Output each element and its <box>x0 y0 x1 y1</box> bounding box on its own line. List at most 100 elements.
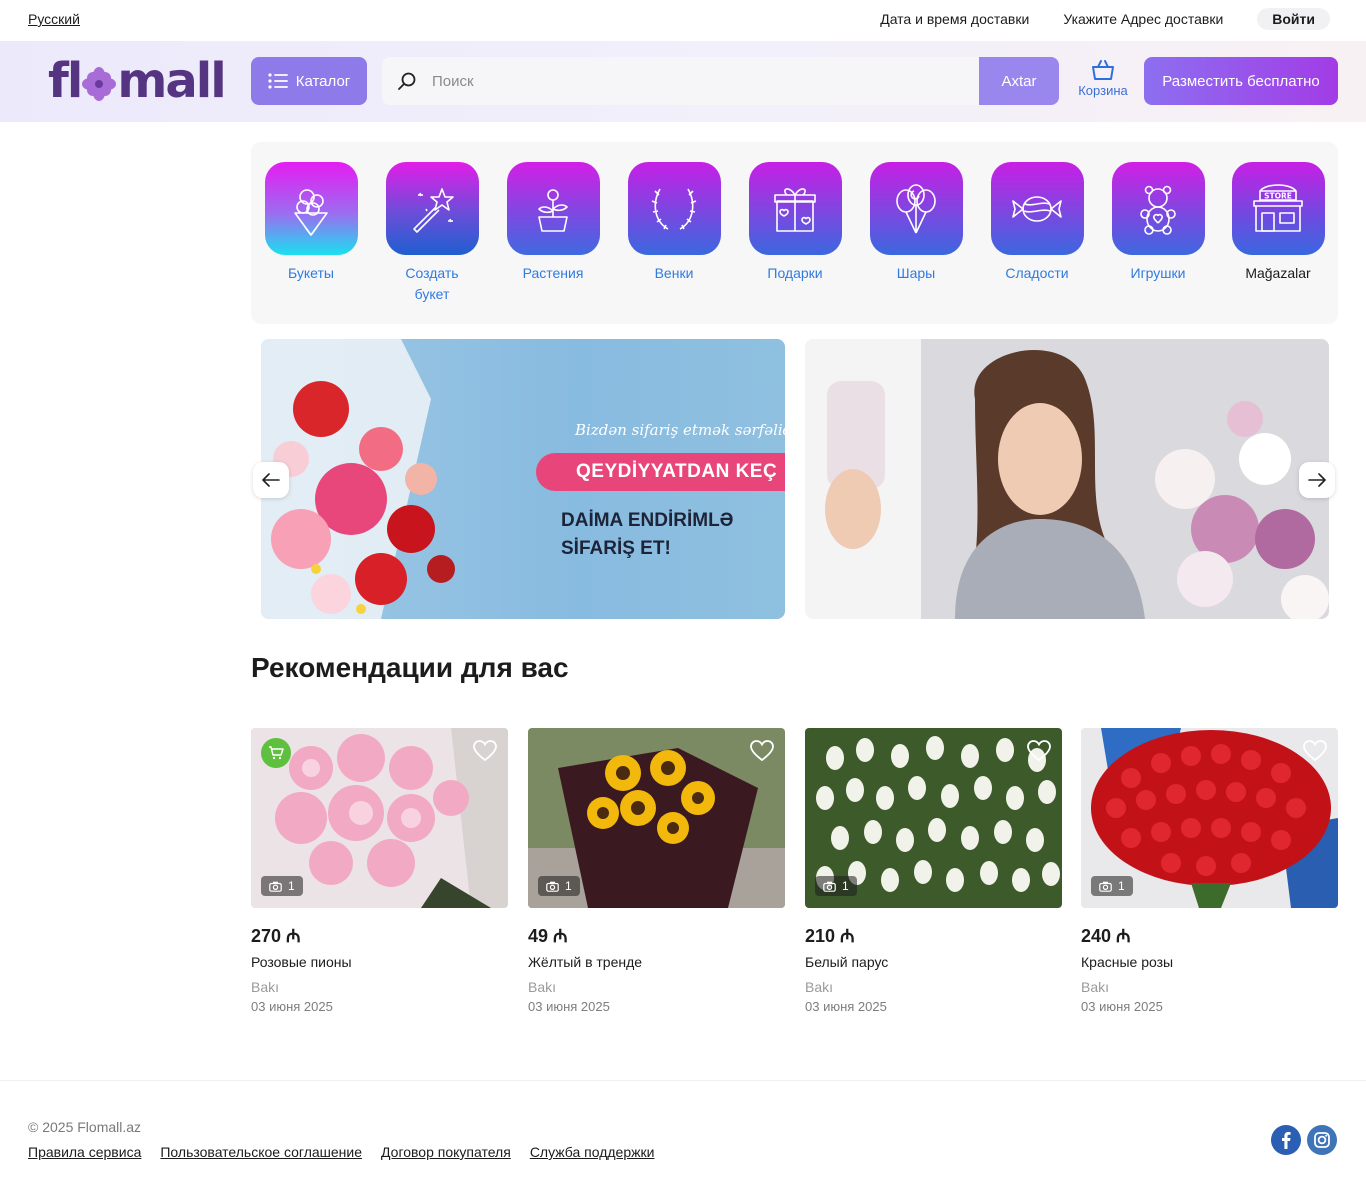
category-stores[interactable]: STORE Mağazalar <box>1221 162 1335 284</box>
category-label: Шары <box>896 265 936 281</box>
logo-text-left: fl <box>48 53 83 109</box>
category-label: Растения <box>522 265 584 281</box>
photo-count-badge: 1 <box>815 876 857 896</box>
login-button[interactable]: Войти <box>1257 8 1330 30</box>
product-image: 1 <box>251 728 508 908</box>
flower-logo-icon <box>82 67 117 101</box>
teddy-bear-icon <box>1111 162 1205 255</box>
product-date: 03 июня 2025 <box>805 999 887 1014</box>
logo[interactable]: fl mall <box>48 53 227 109</box>
carousel-prev-button[interactable] <box>253 462 289 498</box>
category-balloons[interactable]: Шары <box>859 162 973 284</box>
catalog-label: Каталог <box>295 72 351 90</box>
photo-count: 1 <box>288 879 295 893</box>
search-icon <box>382 71 432 91</box>
footer: © 2025 Flomall.az Правила сервиса Пользо… <box>0 1080 1366 1198</box>
store-icon: STORE <box>1231 162 1325 255</box>
product-price: 49 ₼ <box>528 926 568 946</box>
product-image: 1 <box>805 728 1062 908</box>
banner-tagline: Bizdən sifariş etmək sərfəlidir <box>575 421 785 439</box>
product-price: 210 ₼ <box>805 926 855 946</box>
product-price: 240 ₼ <box>1081 926 1131 946</box>
search-bar: Axtar <box>382 57 1059 105</box>
footer-link-support[interactable]: Служба поддержки <box>530 1144 655 1160</box>
category-bouquets[interactable]: Букеты <box>254 162 368 284</box>
product-name: Красные розы <box>1081 954 1174 970</box>
search-button[interactable]: Axtar <box>979 57 1059 105</box>
candy-icon <box>990 162 1084 255</box>
category-plants[interactable]: Растения <box>496 162 610 284</box>
woman-selfie-image <box>805 339 1329 619</box>
product-city: Bakı <box>805 979 834 995</box>
product-card[interactable]: 1 210 ₼ Белый парус Bakı 03 июня 2025 <box>805 728 1062 1028</box>
gift-icon <box>748 162 842 255</box>
flower-bouquet-image <box>261 339 455 619</box>
camera-icon <box>546 881 559 892</box>
carousel-next-button[interactable] <box>1299 462 1335 498</box>
arrow-left-icon <box>262 473 280 487</box>
category-gifts[interactable]: Подарки <box>738 162 852 284</box>
recommendations-title: Рекомендации для вас <box>251 652 569 683</box>
footer-links: Правила сервиса Пользовательское соглаше… <box>28 1144 654 1160</box>
photo-count-badge: 1 <box>261 876 303 896</box>
product-name: Жёлтый в тренде <box>528 954 643 970</box>
instagram-icon[interactable] <box>1307 1125 1337 1155</box>
heart-icon[interactable] <box>1302 738 1328 764</box>
product-price: 270 ₼ <box>251 926 301 946</box>
catalog-button[interactable]: Каталог <box>251 57 367 105</box>
cart-label: Корзина <box>1078 83 1128 98</box>
footer-link-rules[interactable]: Правила сервиса <box>28 1144 141 1160</box>
footer-link-user-agreement[interactable]: Пользовательское соглашение <box>160 1144 362 1160</box>
language-switcher[interactable]: Русский <box>28 11 80 27</box>
category-label: Создать букет <box>405 265 459 302</box>
in-cart-badge <box>261 738 291 768</box>
post-free-button[interactable]: Разместить бесплатно <box>1144 57 1338 105</box>
delivery-address-link[interactable]: Укажите Адрес доставки <box>1063 11 1223 27</box>
cart-button[interactable]: Корзина <box>1072 57 1134 98</box>
banner-text: DAİMA ENDİRİMLƏ SİFARİŞ ET! <box>561 510 734 559</box>
delivery-time-link[interactable]: Дата и время доставки <box>880 11 1029 27</box>
photo-count-badge: 1 <box>538 876 580 896</box>
register-button[interactable]: QEYDİYYATDAN KEÇ <box>536 453 785 491</box>
bouquet-icon <box>264 162 358 255</box>
category-label: Игрушки <box>1130 265 1186 281</box>
top-bar: Русский Дата и время доставки Укажите Ад… <box>0 0 1366 40</box>
balloons-icon <box>869 162 963 255</box>
heart-icon[interactable] <box>1026 738 1052 764</box>
product-date: 03 июня 2025 <box>1081 999 1163 1014</box>
category-label: Сладости <box>1005 265 1069 281</box>
category-strip: Букеты Создать букет Растения Венки Пода… <box>251 142 1338 324</box>
potted-plant-icon <box>506 162 600 255</box>
photo-count: 1 <box>565 879 572 893</box>
camera-icon <box>1099 881 1112 892</box>
basket-icon <box>1092 60 1114 80</box>
product-city: Bakı <box>528 979 557 995</box>
product-image: 1 <box>528 728 785 908</box>
cart-icon <box>269 746 284 760</box>
category-wreaths[interactable]: Венки <box>617 162 731 284</box>
product-city: Bakı <box>251 979 280 995</box>
category-label: Венки <box>654 265 694 281</box>
photo-count: 1 <box>842 879 849 893</box>
store-sign-text: STORE <box>1264 191 1292 200</box>
logo-text-right: mall <box>117 53 226 109</box>
product-card[interactable]: 1 270 ₼ Розовые пионы Bakı 03 июня 2025 <box>251 728 508 1028</box>
heart-icon[interactable] <box>472 738 498 764</box>
product-card[interactable]: 1 240 ₼ Красные розы Bakı 03 июня 2025 <box>1081 728 1338 1028</box>
top-links: Дата и время доставки Укажите Адрес дост… <box>880 8 1330 30</box>
category-sweets[interactable]: Сладости <box>980 162 1094 284</box>
arrow-right-icon <box>1308 473 1326 487</box>
product-date: 03 июня 2025 <box>251 999 333 1014</box>
product-card[interactable]: 1 49 ₼ Жёлтый в тренде Bakı 03 июня 2025 <box>528 728 785 1028</box>
category-create-bouquet[interactable]: Создать букет <box>375 162 489 305</box>
promo-banner[interactable]: Bizdən sifariş etmək sərfəlidir QEYDİYYA… <box>261 339 785 619</box>
list-icon <box>268 73 288 89</box>
footer-link-buyer-contract[interactable]: Договор покупателя <box>381 1144 511 1160</box>
category-toys[interactable]: Игрушки <box>1101 162 1215 284</box>
promo-banner-selfie[interactable] <box>805 339 1329 619</box>
category-label: Mağazalar <box>1245 265 1311 281</box>
facebook-icon[interactable] <box>1271 1125 1301 1155</box>
wreath-icon <box>627 162 721 255</box>
search-input[interactable] <box>432 72 979 90</box>
heart-icon[interactable] <box>749 738 775 764</box>
